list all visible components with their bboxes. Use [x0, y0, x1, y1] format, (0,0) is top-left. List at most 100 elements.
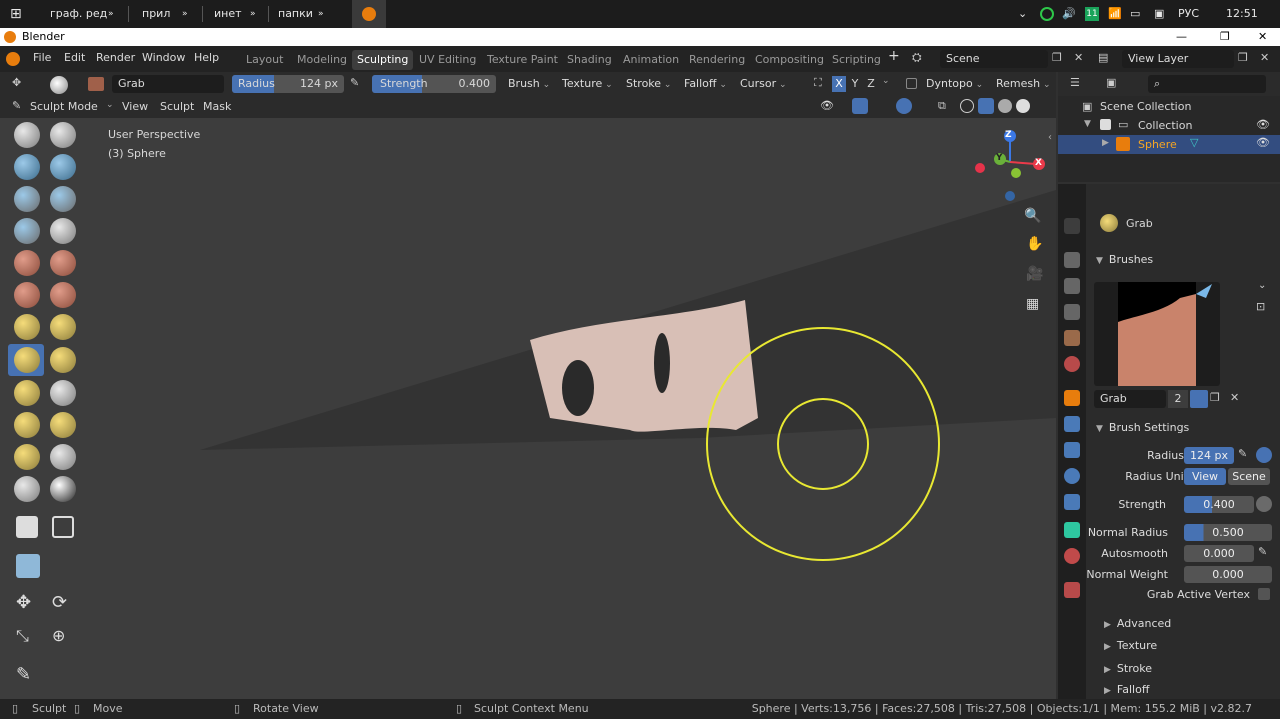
snake-hook-tool-icon[interactable] [50, 314, 76, 340]
remesh-menu[interactable]: Remesh [992, 75, 1055, 93]
blob-tool-icon[interactable] [14, 218, 40, 244]
maximize-icon[interactable]: ❐ [1220, 28, 1230, 46]
box-face-set-tool-icon[interactable] [52, 516, 74, 538]
mirror-y-toggle[interactable]: Y [848, 76, 862, 92]
collection-checkbox[interactable] [1100, 119, 1111, 130]
falloff-menu[interactable]: Falloff [680, 75, 731, 93]
volume-icon[interactable]: 🔊 [1062, 0, 1076, 28]
tab-sculpting[interactable]: Sculpting [352, 50, 414, 70]
tab-animation[interactable]: Animation [618, 50, 684, 70]
brush-menu[interactable]: Brush [504, 75, 555, 93]
brush-thumbnail[interactable] [1094, 282, 1220, 386]
taskbar-item-2[interactable]: прил [142, 0, 170, 28]
physics-tab-icon[interactable] [1064, 468, 1080, 484]
tab-uv-editing[interactable]: UV Editing [414, 50, 481, 70]
expand-icon[interactable]: ▼ [1084, 119, 1091, 129]
brush-name-field[interactable]: Grab [112, 75, 224, 93]
tab-layout[interactable]: Layout [241, 50, 288, 70]
elastic-deform-tool-icon[interactable] [50, 347, 76, 373]
blender-menu-icon[interactable] [6, 52, 20, 66]
tab-shading[interactable]: Shading [562, 50, 617, 70]
minimize-icon[interactable]: — [1176, 28, 1187, 46]
wireframe-shading-icon[interactable] [960, 99, 974, 113]
delete-view-layer-icon[interactable]: ✕ [1260, 51, 1269, 64]
unified-settings-icon[interactable] [1256, 496, 1272, 512]
new-scene-icon[interactable]: ❐ [1052, 51, 1062, 64]
object-tab-icon[interactable] [1064, 390, 1080, 406]
clay-tool-icon[interactable] [14, 154, 40, 180]
scene-field[interactable]: Scene [940, 50, 1048, 68]
draw-sharp-tool-icon[interactable] [50, 122, 76, 148]
chat-icon[interactable]: ▣ [1154, 0, 1164, 28]
collection-label[interactable]: Collection [1138, 119, 1192, 132]
clock[interactable]: 12:51 [1226, 0, 1258, 28]
normal-radius-field[interactable]: 0.500 [1184, 524, 1272, 541]
cursor-menu[interactable]: Cursor [736, 75, 791, 93]
camera-icon[interactable]: 🎥 [1026, 266, 1043, 282]
chevron-down-icon[interactable]: ⌄ [882, 76, 890, 86]
scene-icon[interactable]: ⛭ [912, 50, 936, 68]
smooth-tool-icon[interactable] [14, 250, 40, 276]
stroke-section-header[interactable]: ▶ Stroke [1104, 662, 1152, 675]
duplicate-brush-icon[interactable]: ❐ [1210, 391, 1220, 404]
tab-modeling[interactable]: Modeling [292, 50, 352, 70]
scene-tab-icon[interactable] [1064, 330, 1080, 346]
inflate-tool-icon[interactable] [50, 186, 76, 212]
material-shading-icon[interactable] [998, 99, 1012, 113]
texture-section-header[interactable]: ▶ Texture [1104, 639, 1157, 652]
view-layer-icon[interactable]: ▤ [1098, 51, 1108, 64]
unlink-brush-icon[interactable]: ✕ [1230, 391, 1239, 404]
draw-tool-icon[interactable] [14, 122, 40, 148]
box-hide-tool-icon[interactable] [16, 516, 38, 538]
scale-tool-icon[interactable]: ⤡ [16, 626, 29, 646]
dyntopo-menu[interactable]: Dyntopo [922, 75, 988, 93]
mirror-x-toggle[interactable]: X [832, 76, 846, 92]
mask-tool-icon[interactable] [14, 476, 40, 502]
radius-slider[interactable]: Radius 124 px [232, 75, 344, 93]
gizmo-neg-z[interactable] [1005, 191, 1015, 201]
menu-mask[interactable]: Mask [203, 100, 231, 113]
autosmooth-field[interactable]: 0.000 [1184, 545, 1254, 562]
box-mask-tool-icon[interactable] [50, 476, 76, 502]
menu-help[interactable]: Help [194, 51, 219, 64]
rendered-shading-icon[interactable] [1016, 99, 1030, 113]
mode-select[interactable]: ✎ Sculpt Mode ⌄ [8, 98, 116, 116]
windows-start-icon[interactable]: ⊞ [10, 0, 22, 28]
layer-tool-icon[interactable] [14, 186, 40, 212]
move-tool-icon[interactable]: ✥ [16, 592, 31, 613]
visibility-eye-icon[interactable]: 👁 [1256, 118, 1270, 131]
tab-rendering[interactable]: Rendering [684, 50, 750, 70]
solid-shading-icon[interactable] [978, 98, 994, 114]
3d-viewport[interactable]: Z X Y User Perspective (3) Sphere 🔍 ✋ 🎥 … [0, 118, 1056, 699]
data-tab-icon[interactable] [1064, 522, 1080, 538]
pinch-tool-icon[interactable] [14, 314, 40, 340]
output-tab-icon[interactable] [1064, 278, 1080, 294]
taskbar-item-3[interactable]: инет [214, 0, 242, 28]
scrape-tool-icon[interactable] [50, 282, 76, 308]
add-workspace-icon[interactable]: + [888, 48, 900, 64]
mirror-z-toggle[interactable]: Z [864, 76, 878, 92]
pressure-pen-icon[interactable]: ✎ [350, 76, 359, 89]
expand-icon[interactable]: ▶ [1102, 138, 1109, 148]
grid-view-icon[interactable]: ▦ [1026, 296, 1039, 312]
texture-menu[interactable]: Texture [558, 75, 617, 93]
status-circle-icon[interactable] [1040, 7, 1054, 21]
taskbar-item-4[interactable]: папки [278, 0, 313, 28]
strength-slider[interactable]: Strength 0.400 [372, 75, 496, 93]
transform-tool-icon[interactable]: ⊕ [52, 626, 65, 645]
simplify-tool-icon[interactable] [50, 444, 76, 470]
language-indicator[interactable]: РУС [1178, 0, 1199, 28]
nudge-tool-icon[interactable] [50, 380, 76, 406]
keyboard-icon[interactable]: ▭ [1130, 0, 1140, 28]
menu-view[interactable]: View [122, 100, 148, 113]
brush-preview-icon[interactable] [50, 76, 68, 94]
crease-tool-icon[interactable] [50, 218, 76, 244]
editor-type-icon[interactable]: ✥ [12, 76, 21, 89]
world-tab-icon[interactable] [1064, 356, 1080, 372]
view-layer-field[interactable]: View Layer [1122, 50, 1234, 68]
radius-unit-scene[interactable]: Scene [1228, 468, 1270, 485]
display-mode-icon[interactable]: ▣ [1106, 76, 1116, 89]
fake-user-shield-icon[interactable] [1190, 390, 1208, 408]
menu-window[interactable]: Window [142, 51, 185, 64]
stroke-menu[interactable]: Stroke [622, 75, 676, 93]
